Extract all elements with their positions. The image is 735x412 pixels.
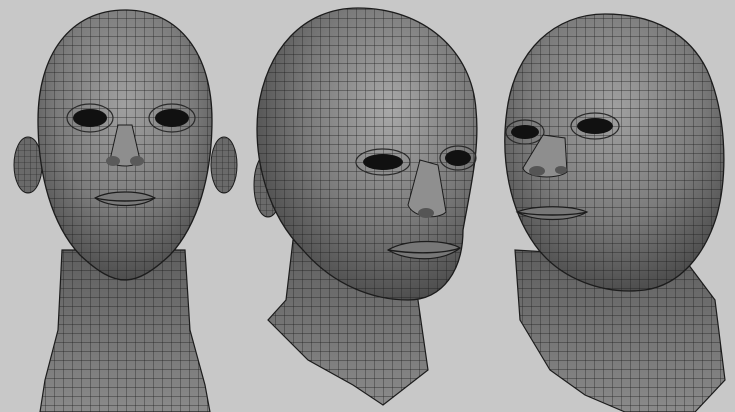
wireframe-head-three-quarter-icon (253, 7, 478, 406)
wireframe-head-front-icon (13, 9, 238, 412)
head-low-angle-view (495, 0, 735, 412)
viewport-canvas (0, 0, 735, 412)
wireframe-head-low-angle-icon (504, 13, 726, 412)
head-front-view (0, 0, 250, 412)
head-three-quarter-view (248, 0, 493, 412)
